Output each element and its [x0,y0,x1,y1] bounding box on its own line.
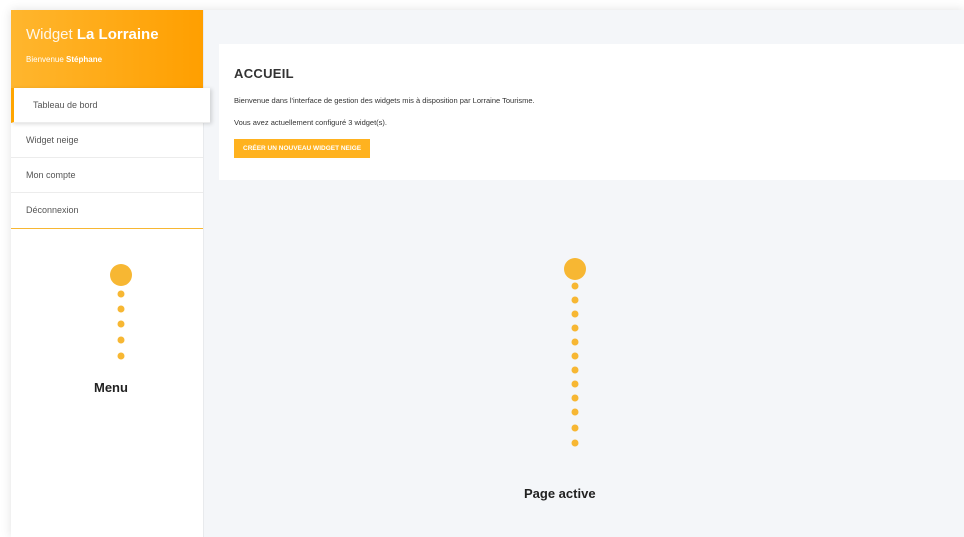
welcome-prefix: Bienvenue [26,55,64,64]
page-title: ACCUEIL [234,66,294,81]
page-callout-label: Page active [524,486,596,501]
app-title-bold: La Lorraine [76,26,159,43]
sidebar-menu: Tableau de bord Widget neige Mon compte … [11,88,210,229]
sidebar-item-label: Déconnexion [26,205,79,215]
welcome-text: Bienvenue Stéphane [26,55,203,64]
widget-count-text: Vous avez actuellement configuré 3 widge… [234,118,387,127]
app-title-light: Widget [26,26,73,43]
sidebar-item-dashboard[interactable]: Tableau de bord [11,88,210,123]
create-widget-button[interactable]: CRÉER UN NOUVEAU WIDGET NEIGE [234,139,371,158]
home-panel: ACCUEIL Bienvenue dans l'interface de ge… [219,44,964,180]
page-callout [562,258,588,450]
sidebar-item-label: Widget neige [26,135,79,145]
sidebar-item-label: Mon compte [26,170,76,180]
sidebar-item-mon-compte[interactable]: Mon compte [11,158,203,193]
app-window: Widget La Lorraine Bienvenue Stéphane Ta… [11,10,964,537]
app-title: Widget La Lorraine [26,25,203,45]
menu-callout [108,264,134,364]
sidebar-item-widget-neige[interactable]: Widget neige [11,123,203,158]
brand-header: Widget La Lorraine Bienvenue Stéphane [11,10,203,88]
user-name: Stéphane [66,55,103,64]
menu-callout-label: Menu [94,380,128,395]
intro-text: Bienvenue dans l'interface de gestion de… [234,96,535,105]
sidebar-item-deconnexion[interactable]: Déconnexion [11,193,203,228]
page-callout-dots [564,258,586,447]
menu-callout-dots [110,264,132,360]
sidebar-item-label: Tableau de bord [33,100,98,110]
